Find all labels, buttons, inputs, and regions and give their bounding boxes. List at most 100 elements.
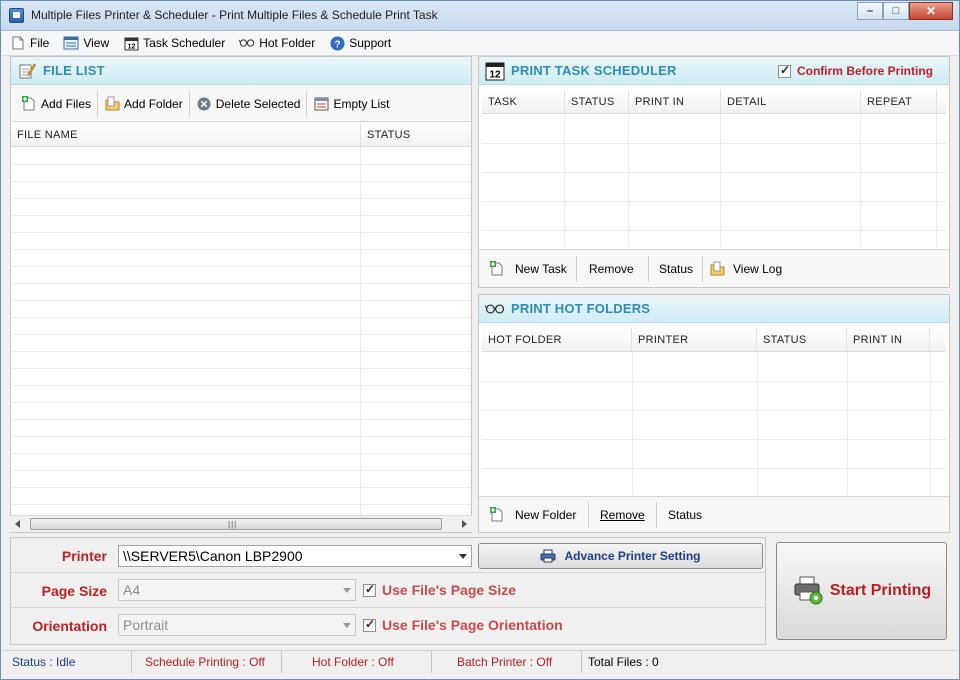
new-folder-button[interactable]: New Folder bbox=[483, 501, 589, 528]
hot-folders-toolbar: New Folder Remove Status bbox=[479, 496, 949, 532]
page-size-select[interactable]: A4 bbox=[118, 579, 356, 601]
grid-row-line bbox=[11, 164, 471, 165]
svg-text:12: 12 bbox=[127, 43, 135, 50]
delete-selected-button[interactable]: Delete Selected bbox=[190, 90, 308, 117]
menu-file-label: File bbox=[30, 36, 50, 50]
scheduler-title: PRINT TASK SCHEDULER bbox=[511, 63, 677, 78]
grid-row-line bbox=[11, 368, 471, 369]
file-list-toolbar: Add Files Add Folder Delete Selected Emp… bbox=[11, 86, 471, 122]
task-status-button[interactable]: Status bbox=[649, 255, 703, 282]
column-printer[interactable]: PRINTER bbox=[632, 328, 757, 351]
use-file-page-size-label: Use File's Page Size bbox=[382, 582, 517, 598]
window-controls: – □ ✕ bbox=[857, 2, 953, 20]
maximize-icon: □ bbox=[892, 5, 900, 17]
column-detail[interactable]: DETAIL bbox=[721, 90, 861, 113]
grid-row-line bbox=[11, 436, 471, 437]
add-folder-button[interactable]: Add Folder bbox=[98, 90, 190, 117]
window-title: Multiple Files Printer & Scheduler - Pri… bbox=[31, 8, 438, 22]
column-status[interactable]: STATUS bbox=[361, 123, 471, 146]
use-file-orientation-checkbox[interactable]: Use File's Page Orientation bbox=[363, 617, 563, 633]
remove-folder-button[interactable]: Remove bbox=[589, 501, 657, 528]
svg-text:12: 12 bbox=[489, 69, 501, 80]
chevron-down-icon bbox=[459, 554, 467, 559]
remove-task-button[interactable]: Remove bbox=[577, 255, 649, 282]
grid-row-line bbox=[482, 468, 946, 469]
checkbox-checked-icon[interactable] bbox=[777, 63, 791, 78]
use-file-page-size-checkbox[interactable]: Use File's Page Size bbox=[363, 582, 516, 598]
help-icon: ? bbox=[329, 35, 345, 51]
grid-row-line bbox=[11, 198, 471, 199]
column-print-in[interactable]: PRINT IN bbox=[629, 90, 721, 113]
printer-gear-icon bbox=[792, 574, 824, 609]
grid-row-line bbox=[11, 249, 471, 250]
scroll-left-icon[interactable] bbox=[15, 520, 20, 528]
advance-printer-setting-button[interactable]: Advance Printer Setting bbox=[478, 543, 763, 569]
orientation-select[interactable]: Portrait bbox=[118, 614, 356, 636]
empty-list-button[interactable]: Empty List bbox=[307, 91, 395, 117]
menu-file[interactable]: File bbox=[10, 35, 49, 51]
hot-folders-title: PRINT HOT FOLDERS bbox=[511, 301, 651, 316]
grid-row-line bbox=[11, 266, 471, 267]
column-print-in[interactable]: PRINT IN bbox=[847, 328, 930, 351]
remove-task-label: Remove bbox=[589, 261, 634, 276]
grid-row-line bbox=[11, 181, 471, 182]
checkbox-checked-icon[interactable] bbox=[363, 582, 376, 597]
column-status[interactable]: STATUS bbox=[757, 328, 847, 351]
delete-selected-label: Delete Selected bbox=[215, 96, 301, 111]
grid-row-line bbox=[11, 419, 471, 420]
column-status[interactable]: STATUS bbox=[565, 90, 629, 113]
minimize-icon: – bbox=[866, 5, 874, 17]
use-file-orientation-label: Use File's Page Orientation bbox=[382, 617, 563, 633]
close-button[interactable]: ✕ bbox=[909, 2, 953, 20]
page-size-row: Page Size A4 Use File's Page Size bbox=[11, 573, 765, 608]
status-idle: Status : Idle bbox=[2, 650, 132, 673]
maximize-button[interactable]: □ bbox=[883, 2, 909, 20]
menu-hot-folder[interactable]: Hot Folder bbox=[239, 35, 315, 51]
column-file-name[interactable]: FILE NAME bbox=[11, 123, 361, 146]
scrollbar-thumb[interactable]: ||| bbox=[30, 518, 442, 530]
grid-row-line bbox=[11, 317, 471, 318]
confirm-before-printing-checkbox[interactable]: Confirm Before Printing bbox=[777, 63, 933, 78]
grid-row-line bbox=[482, 201, 946, 202]
add-folder-icon bbox=[104, 96, 120, 112]
column-repeat[interactable]: REPEAT bbox=[861, 90, 937, 113]
file-list-grid[interactable] bbox=[11, 147, 471, 515]
orientation-label: Orientation bbox=[32, 618, 107, 634]
empty-list-icon bbox=[313, 96, 329, 112]
menu-support[interactable]: ? Support bbox=[329, 35, 391, 51]
calendar-icon: 12 bbox=[485, 61, 505, 81]
hot-folders-header: PRINT HOT FOLDERS bbox=[479, 295, 949, 323]
grid-row-line bbox=[482, 172, 946, 173]
grid-row-line bbox=[482, 230, 946, 231]
file-list-columns: FILE NAME STATUS bbox=[11, 123, 471, 147]
printer-select[interactable]: \\SERVER5\Canon LBP2900 bbox=[118, 545, 472, 567]
checkbox-checked-icon[interactable] bbox=[363, 617, 376, 632]
grid-row-line bbox=[11, 453, 471, 454]
add-files-button[interactable]: Add Files bbox=[15, 90, 99, 117]
view-log-button[interactable]: View Log bbox=[703, 256, 788, 282]
glasses-icon bbox=[239, 35, 255, 51]
minimize-button[interactable]: – bbox=[857, 2, 883, 20]
column-task[interactable]: TASK bbox=[482, 90, 565, 113]
file-list-horizontal-scrollbar[interactable]: ||| bbox=[10, 515, 472, 532]
grid-row-line bbox=[11, 283, 471, 284]
column-hot-folder[interactable]: HOT FOLDER bbox=[482, 328, 632, 351]
scroll-right-icon[interactable] bbox=[462, 520, 467, 528]
start-printing-label: Start Printing bbox=[829, 582, 932, 599]
file-list-title: FILE LIST bbox=[43, 63, 105, 78]
new-task-button[interactable]: New Task bbox=[483, 255, 577, 282]
grid-row-line bbox=[11, 334, 471, 335]
menu-view[interactable]: View bbox=[63, 35, 109, 51]
hot-folders-grid[interactable] bbox=[482, 352, 946, 494]
menu-task-scheduler[interactable]: 12 Task Scheduler bbox=[123, 35, 225, 51]
grip-icon: ||| bbox=[228, 520, 238, 529]
view-icon bbox=[63, 35, 79, 51]
scheduler-grid[interactable] bbox=[482, 114, 946, 247]
title-bar: Multiple Files Printer & Scheduler - Pri… bbox=[1, 1, 959, 31]
grid-row-line bbox=[11, 351, 471, 352]
glasses-icon bbox=[485, 299, 505, 319]
folder-status-button[interactable]: Status bbox=[657, 502, 708, 528]
start-printing-button[interactable]: Start Printing bbox=[776, 542, 947, 640]
add-folder-label: Add Folder bbox=[124, 96, 183, 111]
view-log-label: View Log bbox=[733, 261, 783, 276]
